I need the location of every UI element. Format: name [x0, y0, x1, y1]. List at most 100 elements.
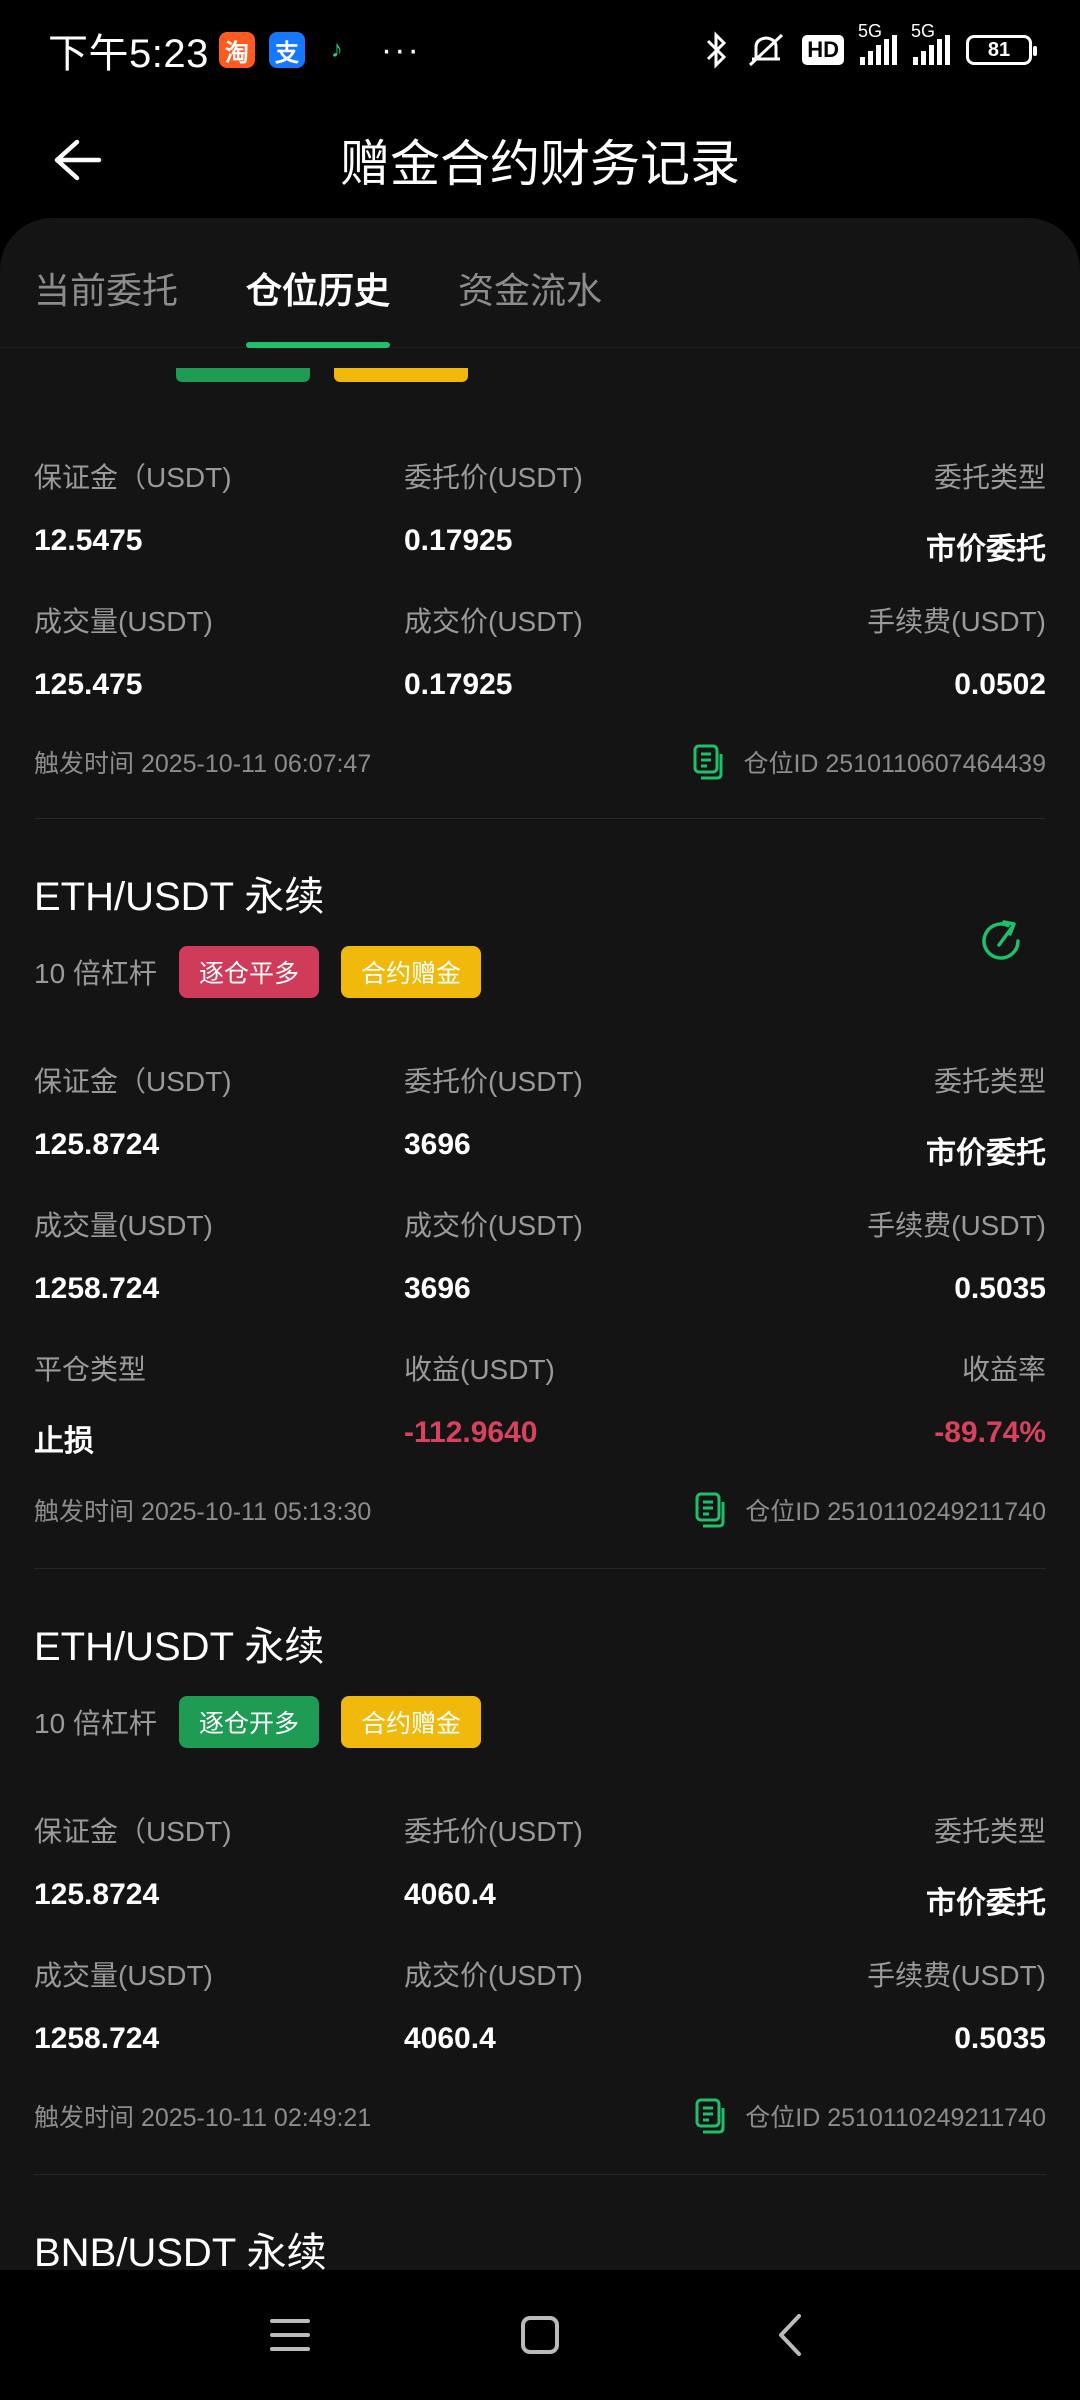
trigger-time: 触发时间 2025-10-11 06:07:47	[34, 750, 372, 778]
more-notifications-icon: ···	[380, 30, 421, 69]
field-value: 3696	[404, 1272, 471, 1305]
system-nav-bar	[0, 2270, 1080, 2400]
system-back-button[interactable]	[755, 2300, 825, 2370]
field-value: 市价委托	[926, 533, 1046, 566]
chevron-left-icon	[779, 2314, 801, 2356]
field-label: 保证金（USDT)	[34, 1066, 232, 1097]
page-title: 赠金合约财务记录	[340, 136, 740, 192]
position-id-text: 仓位ID 2510110249211740	[745, 1498, 1046, 1526]
hd-badge: HD	[802, 35, 844, 65]
field-label: 收益(USDT)	[404, 1354, 555, 1385]
position-id-text: 仓位ID 2510110249211740	[745, 2104, 1046, 2132]
copy-document-icon[interactable]	[693, 1492, 727, 1528]
field-value: 3696	[404, 1128, 471, 1161]
bluetooth-icon	[707, 31, 727, 69]
battery-icon: 81	[966, 35, 1037, 65]
position-id[interactable]: 仓位ID 2510110249211740	[693, 2098, 1046, 2134]
signal-1-icon: 5G	[858, 21, 897, 65]
back-button[interactable]	[48, 130, 108, 190]
close-long-tag: 逐仓平多	[178, 946, 319, 998]
field-value: 1258.724	[34, 2022, 160, 2055]
field-label: 平仓类型	[34, 1354, 147, 1385]
field-value: 止损	[34, 1425, 94, 1458]
field-value: 125.8724	[34, 1128, 160, 1161]
trigger-time: 触发时间 2025-10-11 02:49:21	[34, 2104, 372, 2132]
record-footer: 触发时间 2025-10-11 06:07:47 仓位ID 2510110607…	[34, 744, 1046, 780]
contract-title: BNB/USDT 永续	[34, 2231, 327, 2270]
tab-fund-flow[interactable]: 资金流水	[458, 218, 602, 347]
field-value: 1258.724	[34, 1272, 160, 1305]
field-value: 4060.4	[404, 2022, 496, 2055]
leverage-label: 10 倍杠杆	[34, 958, 157, 989]
field-label: 成交量(USDT)	[34, 1960, 213, 1991]
field-label: 成交量(USDT)	[34, 1210, 213, 1241]
record-footer: 触发时间 2025-10-11 05:13:30 仓位ID 2510110249…	[34, 1492, 1046, 1528]
position-record[interactable]: ETH/USDT 永续 10 倍杠杆 逐仓平多 合约赠金 保证金（USDT) 12…	[34, 864, 1046, 1528]
share-icon[interactable]	[974, 914, 1028, 968]
contract-title: ETH/USDT 永续	[34, 875, 325, 919]
copy-document-icon[interactable]	[693, 2098, 727, 2134]
field-value: 0.5035	[954, 2022, 1046, 2055]
field-label: 手续费(USDT)	[867, 1210, 1046, 1241]
position-record[interactable]: ETH/USDT 永续 10 倍杠杆 逐仓开多 合约赠金 保证金（USDT) 12…	[34, 1614, 1046, 2134]
field-value: 125.475	[34, 668, 143, 701]
tab-bar: 当前委托 仓位历史 资金流水	[0, 218, 1080, 348]
tab-current-orders[interactable]: 当前委托	[34, 218, 178, 347]
open-long-tag: 逐仓开多	[178, 1696, 319, 1748]
field-label: 成交价(USDT)	[404, 1960, 583, 1991]
nav-bar: 赠金合约财务记录	[0, 100, 1080, 220]
cut-off-tags	[176, 368, 468, 382]
trigger-time: 触发时间 2025-10-11 05:13:30	[34, 1498, 372, 1526]
field-label: 手续费(USDT)	[867, 606, 1046, 637]
position-id-text: 仓位ID 2510110607464439	[743, 750, 1046, 778]
divider	[34, 1568, 1046, 1569]
field-value: 12.5475	[34, 524, 143, 557]
record-footer: 触发时间 2025-10-11 02:49:21 仓位ID 2510110249…	[34, 2098, 1046, 2134]
field-value: 0.5035	[954, 1272, 1046, 1305]
field-label: 手续费(USDT)	[867, 1960, 1046, 1991]
field-label: 委托价(USDT)	[404, 1816, 583, 1847]
position-record[interactable]: BNB/USDT 永续	[34, 2220, 1046, 2270]
field-value: 4060.4	[404, 1878, 496, 1911]
position-id[interactable]: 仓位ID 2510110249211740	[693, 1492, 1046, 1528]
divider	[34, 2174, 1046, 2175]
signal-2-icon: 5G	[911, 21, 950, 65]
taobao-app-icon: 淘	[218, 32, 255, 68]
copy-document-icon[interactable]	[691, 744, 725, 780]
field-value: 市价委托	[926, 1137, 1046, 1170]
field-label: 成交量(USDT)	[34, 606, 213, 637]
arrow-left-icon	[54, 139, 102, 181]
field-label: 成交价(USDT)	[404, 1210, 583, 1241]
mute-icon	[749, 33, 784, 67]
field-label: 成交价(USDT)	[404, 606, 583, 637]
music-app-icon: ♪	[330, 36, 343, 63]
bonus-tag: 合约赠金	[340, 946, 481, 998]
field-label: 委托类型	[933, 1816, 1046, 1847]
field-label: 委托类型	[933, 1066, 1046, 1097]
tag-cut-green	[176, 368, 310, 382]
field-value: 市价委托	[926, 1887, 1046, 1920]
field-label: 保证金（USDT)	[34, 462, 232, 493]
tag-cut-gold	[334, 368, 468, 382]
bonus-tag: 合约赠金	[340, 1696, 481, 1748]
field-label: 委托价(USDT)	[404, 462, 583, 493]
status-bar: 下午5:23 淘 支 ♪ ··· HD 5G 5G 81	[0, 0, 1080, 100]
leverage-label: 10 倍杠杆	[34, 1708, 157, 1739]
content-sheet: 当前委托 仓位历史 资金流水 保证金（USDT) 12.5475 委托价(USDT…	[0, 218, 1080, 2270]
home-button[interactable]	[505, 2300, 575, 2370]
field-value: 125.8724	[34, 1878, 160, 1911]
contract-title: ETH/USDT 永续	[34, 1625, 325, 1669]
field-value: 0.0502	[954, 668, 1046, 701]
field-value: 0.17925	[404, 524, 513, 557]
pnl-rate-value: -89.74%	[934, 1416, 1046, 1449]
battery-level: 81	[987, 38, 1011, 61]
menu-button[interactable]	[255, 2300, 325, 2370]
tab-position-history[interactable]: 仓位历史	[246, 218, 391, 348]
record-fields: 保证金（USDT) 125.8724 委托价(USDT) 3696 委托类型市价委托…	[34, 1060, 1046, 1492]
alipay-app-icon: 支	[268, 32, 305, 68]
position-id[interactable]: 仓位ID 2510110607464439	[691, 744, 1046, 780]
position-record[interactable]: 保证金（USDT) 12.5475 委托价(USDT) 0.17925 委托类型 市价…	[34, 456, 1046, 780]
record-fields: 保证金（USDT) 125.8724 委托价(USDT) 4060.4 委托类型 市价…	[34, 1810, 1046, 2098]
menu-icon	[270, 2319, 310, 2351]
field-label: 委托价(USDT)	[404, 1066, 583, 1097]
